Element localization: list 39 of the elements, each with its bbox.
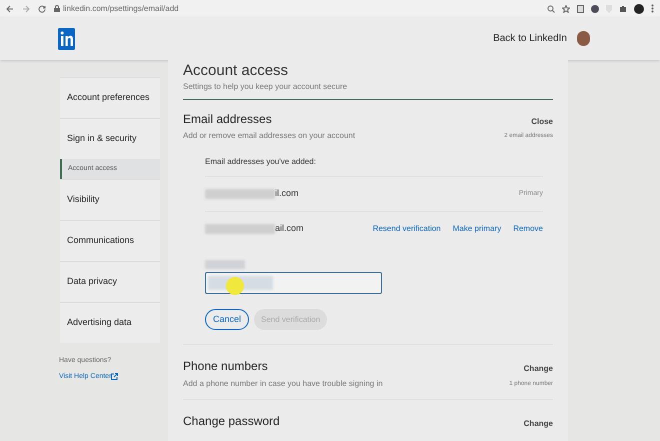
cancel-button[interactable]: Cancel <box>205 309 250 330</box>
email-action-link[interactable]: Resend verification <box>372 223 441 235</box>
blurred-text <box>205 224 275 234</box>
star-icon[interactable] <box>562 4 570 12</box>
sidebar-item[interactable]: Data privacy <box>60 261 160 302</box>
lock-icon <box>54 5 60 12</box>
email-input-field[interactable] <box>205 272 382 294</box>
section-title: Phone numbers <box>183 358 268 375</box>
email-address: ail.com <box>275 222 304 236</box>
back-icon[interactable] <box>6 4 14 12</box>
profile-icon[interactable] <box>634 4 644 14</box>
email-action-link[interactable]: Make primary <box>452 223 502 235</box>
blurred-label <box>205 260 245 269</box>
change-link[interactable]: Change <box>524 363 553 375</box>
cursor-highlight <box>226 277 244 295</box>
url-text[interactable]: linkedin.com/psettings/email/add <box>63 2 179 14</box>
reload-icon[interactable] <box>38 4 46 12</box>
menu-icon[interactable] <box>651 4 654 13</box>
email-action-link[interactable]: Remove <box>513 223 543 235</box>
external-link-icon <box>111 373 118 380</box>
avatar[interactable] <box>577 31 590 46</box>
sidebar-item[interactable]: Visibility <box>60 179 160 220</box>
blurred-text <box>205 189 275 199</box>
sidebar-item[interactable]: Communications <box>60 220 160 261</box>
email-address: il.com <box>275 187 299 200</box>
close-link[interactable]: Close <box>531 116 553 128</box>
page-subtitle: Settings to help you keep your account secure <box>183 81 348 93</box>
change-link[interactable]: Change <box>524 418 553 430</box>
page-title: Account access <box>183 62 290 80</box>
sidebar-item[interactable]: Advertising data <box>60 302 160 343</box>
logo-icon[interactable] <box>58 28 75 50</box>
section-title: Change password <box>183 413 280 430</box>
zoom-icon[interactable] <box>547 4 555 12</box>
section-description: Add a phone number in case you have trouble signing in <box>183 378 383 390</box>
section-description: Add or remove email addresses on your account <box>183 130 356 142</box>
back-to-linkedin-link[interactable]: Back to LinkedIn <box>493 31 567 46</box>
section-title: Email addresses <box>183 111 272 128</box>
list-heading: Email addresses you've added: <box>205 156 317 168</box>
sidebar-item[interactable]: Account preferences <box>60 77 160 118</box>
